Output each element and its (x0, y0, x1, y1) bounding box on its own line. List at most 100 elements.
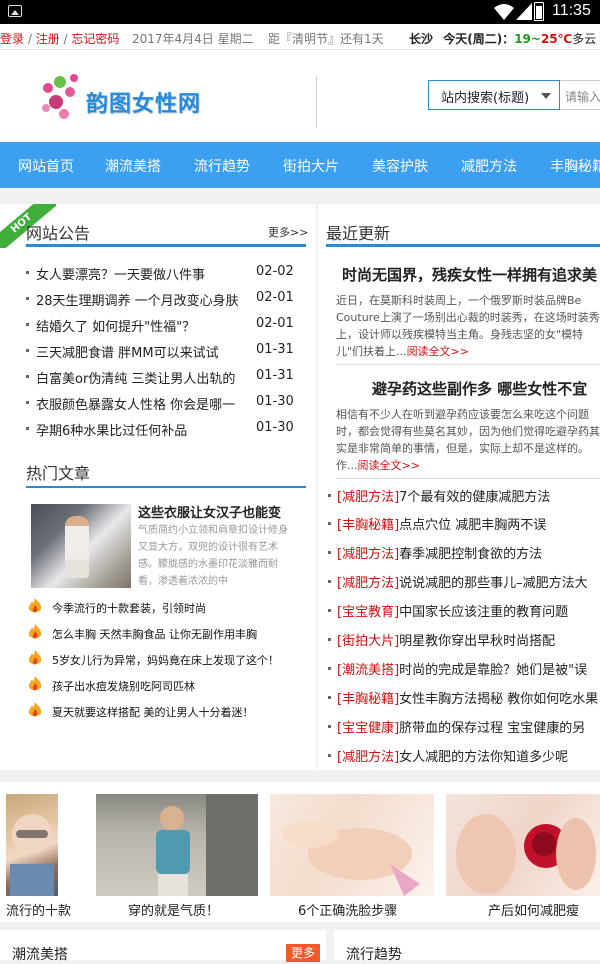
gallery-image[interactable] (446, 794, 600, 896)
photo-placeholder-icon (10, 814, 54, 896)
article-link[interactable]: 脐带血的保存过程 宝宝健康的另 (399, 721, 585, 736)
category-tag[interactable]: [减肥方法] (337, 576, 399, 591)
read-more-link[interactable]: 阅读全文>> (358, 459, 420, 472)
article-link[interactable]: 中国家长应该注重的教育问题 (399, 605, 568, 620)
notice-item-date: 01-30 (256, 420, 294, 435)
article-summary: 近日，在莫斯科时装周上，一个俄罗斯时装品牌Be Couture上演了一场别出心裁… (336, 292, 600, 360)
rose-image-icon (456, 814, 596, 894)
search-type-select[interactable]: 站内搜索(标题) (428, 80, 560, 110)
list-item[interactable]: [减肥方法]女人减肥的方法你知道多少呢 (328, 746, 600, 766)
fire-icon (28, 624, 42, 639)
list-item[interactable]: 三天减肥食谱 胖MM可以来试试 01-31 (26, 342, 296, 362)
read-more-link[interactable]: 阅读全文>> (407, 345, 469, 358)
nav-item-home[interactable]: 网站首页 (18, 156, 74, 176)
search-input[interactable]: 请输入 (560, 80, 600, 110)
nav-item-trends[interactable]: 流行趋势 (194, 156, 250, 176)
list-item[interactable]: [减肥方法]7个最有效的健康减肥方法 (328, 486, 600, 506)
list-item[interactable]: [丰胸秘籍]点点穴位 减肥丰胸两不误 (328, 514, 600, 534)
list-item[interactable]: [宝宝健康]脐带血的保存过程 宝宝健康的另 (328, 717, 600, 737)
gallery-image[interactable] (270, 794, 434, 896)
nav-item-beauty[interactable]: 美容护肤 (372, 156, 428, 176)
register-link[interactable]: 注册 (36, 32, 60, 46)
battery-icon (534, 2, 544, 21)
city: 长沙 (409, 32, 434, 46)
category-tag[interactable]: [减肥方法] (337, 750, 399, 765)
notice-title: 网站公告 (26, 224, 91, 243)
gallery-caption[interactable]: 流行的十款 (6, 900, 71, 919)
notice-item-title: 衣服颜色暴露女人性格 你会是哪一 (36, 398, 236, 413)
article-link[interactable]: 点点穴位 减肥丰胸两不误 (399, 518, 546, 533)
article-link[interactable]: 时尚的完成是靠脸？她们是被"误 (399, 663, 587, 678)
fire-icon (28, 598, 42, 613)
category-tag[interactable]: [丰胸秘籍] (337, 518, 399, 533)
temp-high: 25℃ (540, 32, 573, 46)
forgot-password-link[interactable]: 忘记密码 (71, 32, 119, 46)
bullet (328, 725, 331, 728)
notice-item-title: 孕期6种水果比过任何补品 (36, 424, 188, 439)
bullet (328, 667, 331, 670)
hot-item-title: 怎么丰胸 天然丰胸食品 让你无副作用丰胸 (52, 628, 257, 641)
gallery-caption[interactable]: 穿的就是气质！ (128, 900, 219, 919)
featured-article-desc: 气质简约小立领和肩章扣设计修身又显大方，双兜的设计很有艺术感。朦胧感的水墨印花淡… (138, 525, 288, 587)
notice-item-title: 三天减肥食谱 胖MM可以来试试 (36, 346, 219, 361)
hot-item-title: 今季流行的十款套装，引领时尚 (52, 602, 206, 615)
list-item[interactable]: [街拍大片]明星教你穿出早秋时尚搭配 (328, 630, 600, 650)
category-tag[interactable]: [减肥方法] (337, 547, 399, 562)
site-name[interactable]: 韵图女性网 (86, 86, 201, 118)
list-item[interactable]: [丰胸秘籍]女性丰胸方法揭秘 教你如何吃水果 (328, 688, 600, 708)
category-tag[interactable]: [潮流美搭] (337, 663, 399, 678)
list-item[interactable]: [减肥方法]说说减肥的那些事儿–减肥方法大 (328, 572, 600, 592)
separator: / (59, 32, 72, 46)
article-link[interactable]: 女性丰胸方法揭秘 教你如何吃水果 (399, 692, 598, 707)
temp-low: 19 (514, 32, 531, 46)
trends-section-title: 流行趋势 (346, 947, 402, 963)
gallery-image[interactable] (6, 794, 58, 896)
top-info-bar: 登录 / 注册 / 忘记密码 2017年4月4日 星期二 距『清明节』还有1天 … (0, 24, 600, 50)
list-item[interactable]: [减肥方法]春季减肥控制食欲的方法 (328, 543, 600, 563)
article-title[interactable]: 时尚无国界，残疾女性一样拥有追求美 (342, 264, 597, 285)
nav-item-breast[interactable]: 丰胸秘籍 (550, 156, 600, 176)
category-tag[interactable]: [宝宝健康] (337, 721, 399, 736)
category-tag[interactable]: [丰胸秘籍] (337, 692, 399, 707)
list-item[interactable]: 孕期6种水果比过任何补品 01-30 (26, 420, 296, 440)
bullet (26, 375, 29, 378)
fashion-more-button[interactable]: 更多 (286, 944, 320, 962)
notice-item-title: 28天生理期调养 一个月改变心身肤 (36, 294, 239, 309)
list-item[interactable]: 白富美or伪清纯 三类让男人出轨的 01-31 (26, 368, 296, 388)
article-link[interactable]: 春季减肥控制食欲的方法 (399, 547, 542, 562)
bullet (328, 494, 331, 497)
notice-more-link[interactable]: 更多>> (268, 224, 308, 240)
list-item[interactable]: 衣服颜色暴露女人性格 你会是哪一 01-30 (26, 394, 296, 414)
list-item[interactable]: [潮流美搭]时尚的完成是靠脸？她们是被"误 (328, 659, 600, 679)
bullet (328, 638, 331, 641)
featured-article-image[interactable] (31, 504, 131, 588)
list-item[interactable]: 女人要漂亮？一天要做八件事 02-02 (26, 264, 296, 284)
article-link[interactable]: 说说减肥的那些事儿–减肥方法大 (399, 576, 588, 591)
article-link[interactable]: 女人减肥的方法你知道多少呢 (399, 750, 568, 765)
gallery-caption[interactable]: 6个正确洗脸步骤 (298, 900, 397, 919)
gallery-image[interactable] (96, 794, 258, 896)
category-tag[interactable]: [宝宝教育] (337, 605, 399, 620)
list-item[interactable]: 28天生理期调养 一个月改变心身肤 02-01 (26, 290, 296, 310)
signal-icon (516, 3, 532, 20)
fire-icon (28, 702, 42, 717)
list-item[interactable]: [宝宝教育]中国家长应该注重的教育问题 (328, 601, 600, 621)
hot-item-title: 夏天就要这样搭配 美的让男人十分着迷！ (52, 706, 254, 719)
featured-article-title[interactable]: 这些衣服让女汉子也能变 (138, 502, 308, 521)
notice-item-title: 白富美or伪清纯 三类让男人出轨的 (36, 372, 236, 387)
notice-item-date: 01-31 (256, 368, 294, 383)
nav-item-diet[interactable]: 减肥方法 (461, 156, 517, 176)
article-link[interactable]: 明星教你穿出早秋时尚搭配 (399, 634, 555, 649)
nav-item-fashion[interactable]: 潮流美搭 (105, 156, 161, 176)
nav-item-street[interactable]: 街拍大片 (283, 156, 339, 176)
list-item[interactable]: 结婚久了 如何提升"性福"？ 02-01 (26, 316, 296, 336)
bullet (26, 349, 29, 352)
login-link[interactable]: 登录 (0, 32, 24, 46)
article-summary: 相信有不少人在听到避孕药应该要怎么来吃这个问题时，都会觉得有些莫名其妙，因为他们… (336, 406, 600, 474)
gallery-caption[interactable]: 产后如何减肥瘦 (488, 900, 579, 919)
article-title[interactable]: 避孕药这些副作多 哪些女性不宜 (372, 378, 587, 399)
notice-item-title: 女人要漂亮？一天要做八件事 (36, 268, 206, 283)
category-tag[interactable]: [减肥方法] (337, 490, 399, 505)
article-link[interactable]: 7个最有效的健康减肥方法 (399, 490, 550, 505)
category-tag[interactable]: [街拍大片] (337, 634, 399, 649)
